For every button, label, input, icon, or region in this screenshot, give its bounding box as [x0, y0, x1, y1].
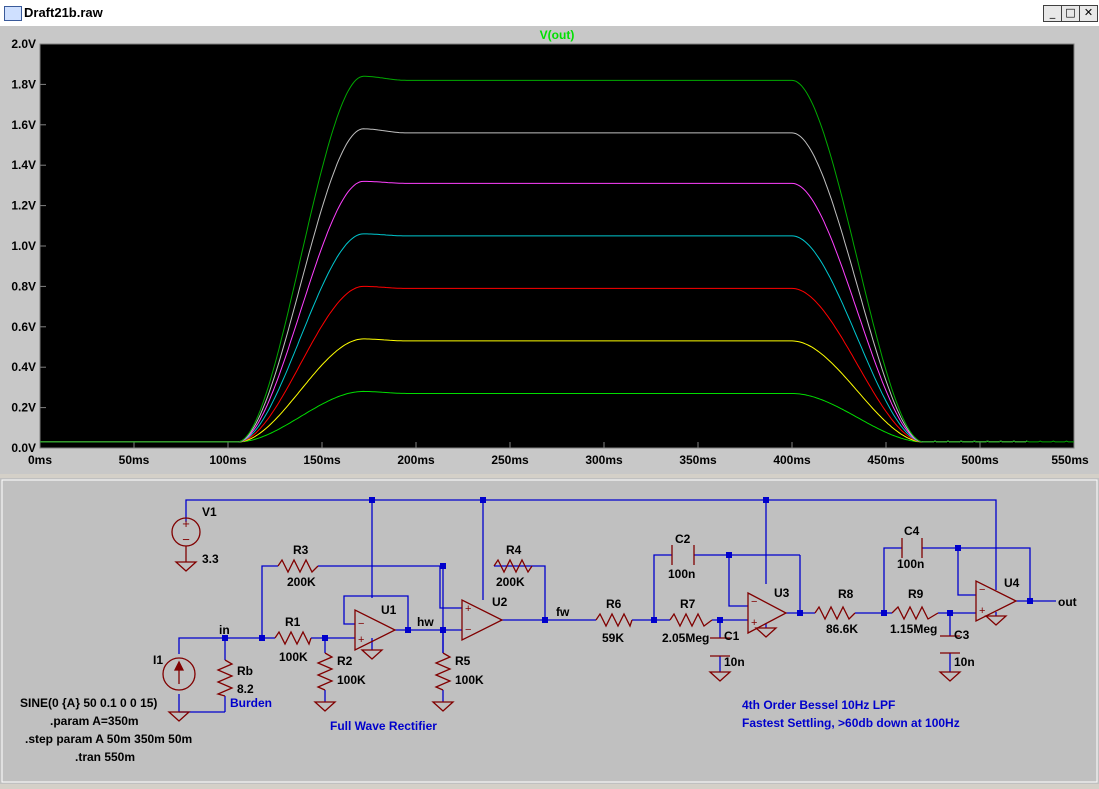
- c1-value: 10n: [724, 655, 745, 669]
- c3-name: C3: [954, 628, 970, 642]
- svg-text:−: −: [358, 618, 364, 630]
- x-tick-label: 450ms: [867, 453, 905, 467]
- r1-name: R1: [285, 615, 301, 629]
- x-tick-label: 350ms: [679, 453, 717, 467]
- r4-value: 200K: [496, 575, 525, 589]
- y-tick-label: 0.2V: [11, 401, 36, 415]
- v1-name: V1: [202, 505, 217, 519]
- c3-value: 10n: [954, 655, 975, 669]
- r8-name: R8: [838, 587, 854, 601]
- svg-text:+: +: [979, 605, 985, 617]
- rb-value: 8.2: [237, 682, 254, 696]
- x-tick-label: 550ms: [1051, 453, 1089, 467]
- r7-value: 2.05Meg: [662, 631, 709, 645]
- u2-name: U2: [492, 595, 508, 609]
- r5-value: 100K: [455, 673, 484, 687]
- waveform-plot-pane: V(out) 0.0V 0.2V 0.4V 0.6V 0.8V 1.0V 1.2V 1.4V 1…: [0, 26, 1099, 474]
- y-tick-label: 1.0V: [11, 239, 36, 253]
- y-tick-label: 0.6V: [11, 320, 36, 334]
- i1-name: I1: [153, 653, 163, 667]
- plot-area[interactable]: [39, 43, 1075, 449]
- window-titlebar: Draft21b.raw _ □ ✕: [0, 0, 1099, 27]
- filter-comment-line-2: Fastest Settling, >60db down at 100Hz: [742, 716, 960, 730]
- y-tick-label: 1.6V: [11, 118, 36, 132]
- c2-value: 100n: [668, 567, 695, 581]
- r9-value: 1.15Meg: [890, 622, 937, 636]
- svg-text:−: −: [979, 584, 985, 596]
- c4-name: C4: [904, 524, 920, 538]
- x-tick-label: 500ms: [961, 453, 999, 467]
- schematic[interactable]: + − − + + − − + − + V1 3.3 I1 Rb 8.2 R3 …: [0, 478, 1099, 784]
- r3-name: R3: [293, 543, 309, 557]
- minimize-icon[interactable]: _: [1043, 5, 1062, 22]
- r2-value: 100K: [337, 673, 366, 687]
- r3-value: 200K: [287, 575, 316, 589]
- r7-name: R7: [680, 597, 696, 611]
- y-tick-label: 1.8V: [11, 77, 36, 91]
- step-directive: .step param A 50m 350m 50m: [25, 732, 192, 746]
- tran-directive: .tran 550m: [75, 750, 135, 764]
- x-tick-label: 300ms: [585, 453, 623, 467]
- net-label-in: in: [219, 623, 230, 637]
- y-tick-label: 1.4V: [11, 158, 36, 172]
- filter-comment-line-1: 4th Order Bessel 10Hz LPF: [742, 698, 895, 712]
- param-directive: .param A=350m: [50, 714, 139, 728]
- c2-name: C2: [675, 532, 691, 546]
- x-tick-label: 200ms: [397, 453, 435, 467]
- sine-directive: SINE(0 {A} 50 0.1 0 0 15): [20, 696, 157, 710]
- svg-text:+: +: [751, 617, 757, 629]
- net-label-out: out: [1058, 595, 1077, 609]
- y-tick-label: 1.2V: [11, 199, 36, 213]
- svg-text:+: +: [182, 516, 190, 531]
- r8-value: 86.6K: [826, 622, 858, 636]
- svg-text:+: +: [465, 603, 471, 615]
- v1-value: 3.3: [202, 552, 219, 566]
- r2-name: R2: [337, 654, 353, 668]
- svg-text:−: −: [751, 596, 757, 608]
- c1-name: C1: [724, 629, 740, 643]
- maximize-icon[interactable]: □: [1061, 5, 1080, 22]
- close-icon[interactable]: ✕: [1079, 5, 1098, 22]
- r9-name: R9: [908, 587, 924, 601]
- u1-name: U1: [381, 603, 397, 617]
- svg-text:−: −: [182, 532, 190, 547]
- svg-text:+: +: [358, 634, 364, 646]
- y-tick-label: 0.4V: [11, 360, 36, 374]
- rectifier-comment: Full Wave Rectifier: [330, 719, 437, 733]
- r5-name: R5: [455, 654, 471, 668]
- x-tick-label: 100ms: [209, 453, 247, 467]
- x-tick-label: 250ms: [491, 453, 529, 467]
- waveform-plot[interactable]: V(out) 0.0V0.2V0.4V0.6V0.8V1.0V1.2V1.4V1…: [0, 26, 1099, 474]
- y-tick-label: 0.8V: [11, 279, 36, 293]
- r4-name: R4: [506, 543, 522, 557]
- u3-name: U3: [774, 586, 790, 600]
- net-label-hw: hw: [417, 615, 434, 629]
- r6-value: 59K: [602, 631, 624, 645]
- net-label-fw: fw: [556, 605, 570, 619]
- waveform-app-icon: [4, 6, 22, 21]
- window-title: Draft21b.raw: [24, 5, 103, 20]
- u4-name: U4: [1004, 576, 1020, 590]
- x-tick-label: 50ms: [119, 453, 150, 467]
- x-tick-label: 0ms: [28, 453, 52, 467]
- burden-comment: Burden: [230, 696, 272, 710]
- y-tick-label: 2.0V: [11, 37, 36, 51]
- x-tick-label: 150ms: [303, 453, 341, 467]
- r6-name: R6: [606, 597, 622, 611]
- svg-text:−: −: [465, 624, 471, 636]
- trace-title[interactable]: V(out): [540, 28, 575, 42]
- r1-value: 100K: [279, 650, 308, 664]
- rb-name: Rb: [237, 664, 253, 678]
- c4-value: 100n: [897, 557, 924, 571]
- x-tick-label: 400ms: [773, 453, 811, 467]
- schematic-pane[interactable]: + − − + + − − + − + V1 3.3 I1 Rb 8.2 R3 …: [0, 478, 1099, 784]
